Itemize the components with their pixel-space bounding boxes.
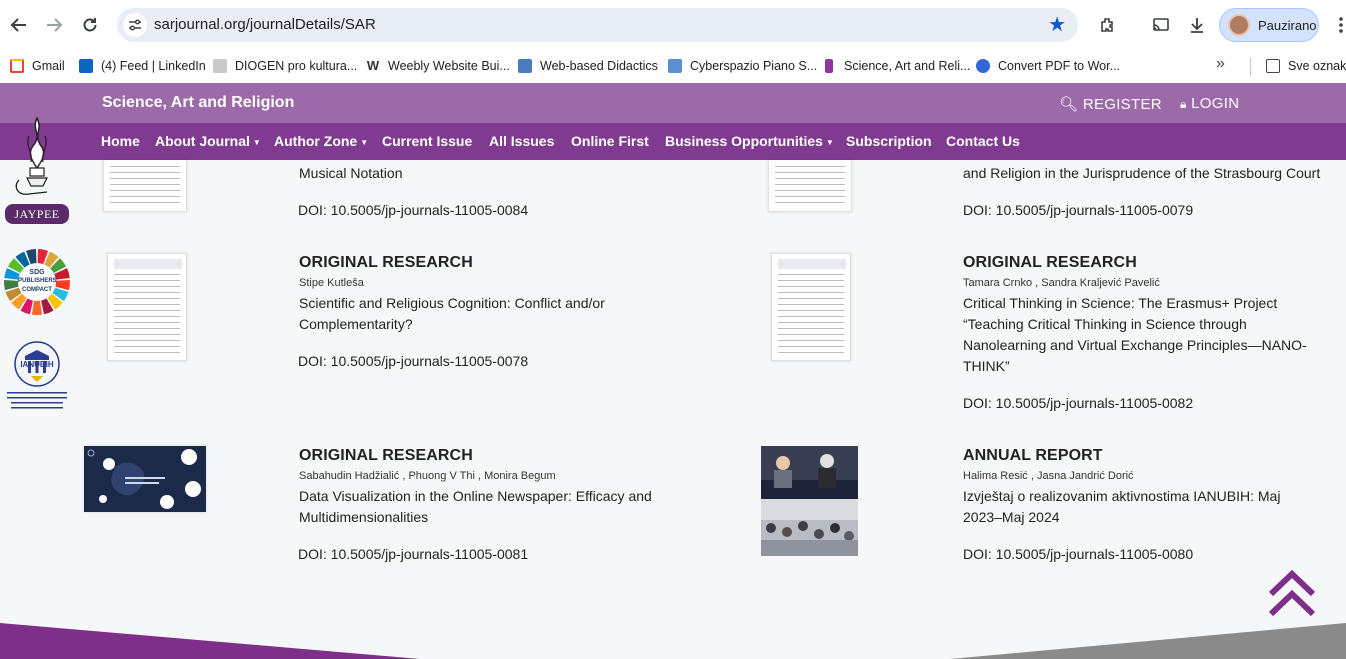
caret-down-icon: ▼ xyxy=(252,137,261,147)
gmail-icon xyxy=(10,59,24,73)
sdg-compact-label: COMPACT xyxy=(22,287,52,293)
pdf-convert-icon xyxy=(976,59,990,73)
forward-arrow-icon[interactable] xyxy=(41,12,67,38)
article-type: ANNUAL REPORT xyxy=(963,447,1103,464)
article-title[interactable]: Data Visualization in the Online Newspap… xyxy=(299,486,679,528)
login-link[interactable]: 🔒︎ LOGIN xyxy=(1180,95,1239,112)
more-bookmarks-icon[interactable]: » xyxy=(1216,55,1225,73)
extensions-icon[interactable] xyxy=(1095,12,1121,38)
article-type: ORIGINAL RESEARCH xyxy=(299,447,473,464)
sdg-publishers-compact-logo[interactable]: SDG PUBLISHERS COMPACT xyxy=(3,248,71,316)
footer-accent-right xyxy=(950,623,1346,659)
url-text[interactable]: sarjournal.org/journalDetails/SAR xyxy=(154,16,376,33)
article-doi[interactable]: DOI: 10.5005/jp-journals-11005-0081 xyxy=(298,546,528,562)
article-title[interactable]: Scientific and Religious Cognition: Conf… xyxy=(299,293,679,335)
article-title[interactable]: and Religion in the Jurisprudence of the… xyxy=(963,163,1333,184)
data-visualization-thumbnail[interactable] xyxy=(84,446,206,512)
download-icon[interactable] xyxy=(1184,12,1210,38)
article-doi[interactable]: DOI: 10.5005/jp-journals-11005-0080 xyxy=(963,546,1193,562)
bookmark-sar[interactable]: Science, Art and Reli... xyxy=(822,54,970,78)
cyberspazio-icon xyxy=(668,59,682,73)
caret-down-icon: ▼ xyxy=(825,137,834,147)
caret-down-icon: ▼ xyxy=(360,137,369,147)
bookmark-diogen[interactable]: DIOGEN pro kultura... xyxy=(213,54,357,78)
article-thumbnail[interactable] xyxy=(107,253,187,361)
article-title[interactable]: Critical Thinking in Science: The Erasmu… xyxy=(963,293,1313,377)
bookmarks-bar: Gmail (4) Feed | LinkedIn DIOGEN pro kul… xyxy=(0,50,1346,83)
profile-button[interactable]: Pauzirano xyxy=(1219,8,1319,42)
address-bar[interactable]: sarjournal.org/journalDetails/SAR ★ xyxy=(117,8,1078,42)
sdg-label: SDG xyxy=(29,269,45,276)
bookmark-cyberspazio[interactable]: Cyberspazio Piano S... xyxy=(668,54,817,78)
site-title[interactable]: Science, Art and Religion xyxy=(102,94,294,112)
nav-current-issue[interactable]: Current Issue xyxy=(382,133,472,149)
scroll-to-top-icon[interactable] xyxy=(1266,569,1318,618)
jaypee-logo[interactable]: JAYPEE xyxy=(3,116,71,226)
article-title[interactable]: Musical Notation xyxy=(299,163,719,184)
site-header: Science, Art and Religion 🔍︎ REGISTER 🔒︎… xyxy=(0,83,1346,123)
bookmark-pdf[interactable]: Convert PDF to Wor... xyxy=(976,54,1120,78)
article-thumbnail[interactable] xyxy=(771,253,851,361)
sdg-publishers-label: PUBLISHERS xyxy=(18,278,57,284)
didactics-icon xyxy=(518,59,532,73)
article-title[interactable]: Izvještaj o realizovanim aktivnostima IA… xyxy=(963,486,1313,528)
article-type: ORIGINAL RESEARCH xyxy=(299,254,473,271)
nav-subscription[interactable]: Subscription xyxy=(846,133,932,149)
article-authors[interactable]: Sabahudin Hadžialić , Phuong V Thi , Mon… xyxy=(299,470,556,482)
kebab-menu-icon[interactable] xyxy=(1328,12,1346,38)
article-doi[interactable]: DOI: 10.5005/jp-journals-11005-0084 xyxy=(298,202,528,218)
reload-icon[interactable] xyxy=(77,12,103,38)
sdg-wheel-segment xyxy=(31,300,43,315)
bookmark-gmail[interactable]: Gmail xyxy=(10,54,65,78)
profile-name: Pauzirano xyxy=(1258,17,1317,33)
article-authors[interactable]: Tamara Crnko , Sandra Kraljević Pavelić xyxy=(963,277,1160,289)
linkedin-icon xyxy=(79,59,93,73)
footer-accent-left xyxy=(0,623,420,659)
bookmark-weebly[interactable]: W Weebly Website Bui... xyxy=(366,54,510,78)
nav-contact-us[interactable]: Contact Us xyxy=(946,133,1020,149)
bookmark-linkedin[interactable]: (4) Feed | LinkedIn xyxy=(79,54,206,78)
ianubih-logo[interactable]: IANUBIH xyxy=(3,338,71,410)
cast-icon[interactable] xyxy=(1148,12,1174,38)
article-thumbnail[interactable] xyxy=(103,160,187,212)
nav-business-opportunities[interactable]: Business Opportunities ▼ xyxy=(665,133,834,149)
article-doi[interactable]: DOI: 10.5005/jp-journals-11005-0078 xyxy=(298,353,528,369)
nav-author-zone[interactable]: Author Zone ▼ xyxy=(274,133,368,149)
article-doi[interactable]: DOI: 10.5005/jp-journals-11005-0082 xyxy=(963,395,1193,411)
sar-icon xyxy=(825,59,833,73)
article-thumbnail[interactable] xyxy=(768,160,852,212)
key-icon: 🔍︎ xyxy=(1059,96,1079,113)
diogen-icon xyxy=(213,59,227,73)
main-nav: Home About Journal ▼ Author Zone ▼ Current… xyxy=(0,123,1346,160)
article-authors[interactable]: Halima Resić , Jasna Jandrić Dorić xyxy=(963,470,1134,482)
bookmarks-divider xyxy=(1250,58,1251,76)
nav-home[interactable]: Home xyxy=(101,133,140,149)
bookmark-star-icon[interactable]: ★ xyxy=(1048,13,1066,37)
register-link[interactable]: 🔍︎ REGISTER xyxy=(1059,95,1162,113)
folder-icon xyxy=(1266,59,1280,73)
lock-icon: 🔒︎ xyxy=(1180,97,1187,111)
browser-toolbar: sarjournal.org/journalDetails/SAR ★ Pauz… xyxy=(0,0,1346,50)
article-authors[interactable]: Stipe Kutleša xyxy=(299,277,364,289)
nav-all-issues[interactable]: All Issues xyxy=(489,133,554,149)
nav-online-first[interactable]: Online First xyxy=(571,133,649,149)
jaypee-label: JAYPEE xyxy=(14,207,60,221)
bookmark-all-folder[interactable]: Sve oznake xyxy=(1266,54,1346,78)
annual-report-photo[interactable] xyxy=(761,446,858,556)
weebly-icon: W xyxy=(366,58,380,73)
article-type: ORIGINAL RESEARCH xyxy=(963,254,1137,271)
ianubih-label: IANUBIH xyxy=(20,360,54,369)
avatar xyxy=(1228,14,1250,36)
back-arrow-icon[interactable] xyxy=(6,12,32,38)
site-info-icon[interactable] xyxy=(123,13,147,37)
article-doi[interactable]: DOI: 10.5005/jp-journals-11005-0079 xyxy=(963,202,1193,218)
bookmark-didactics[interactable]: Web-based Didactics xyxy=(518,54,658,78)
nav-about-journal[interactable]: About Journal ▼ xyxy=(155,133,261,149)
